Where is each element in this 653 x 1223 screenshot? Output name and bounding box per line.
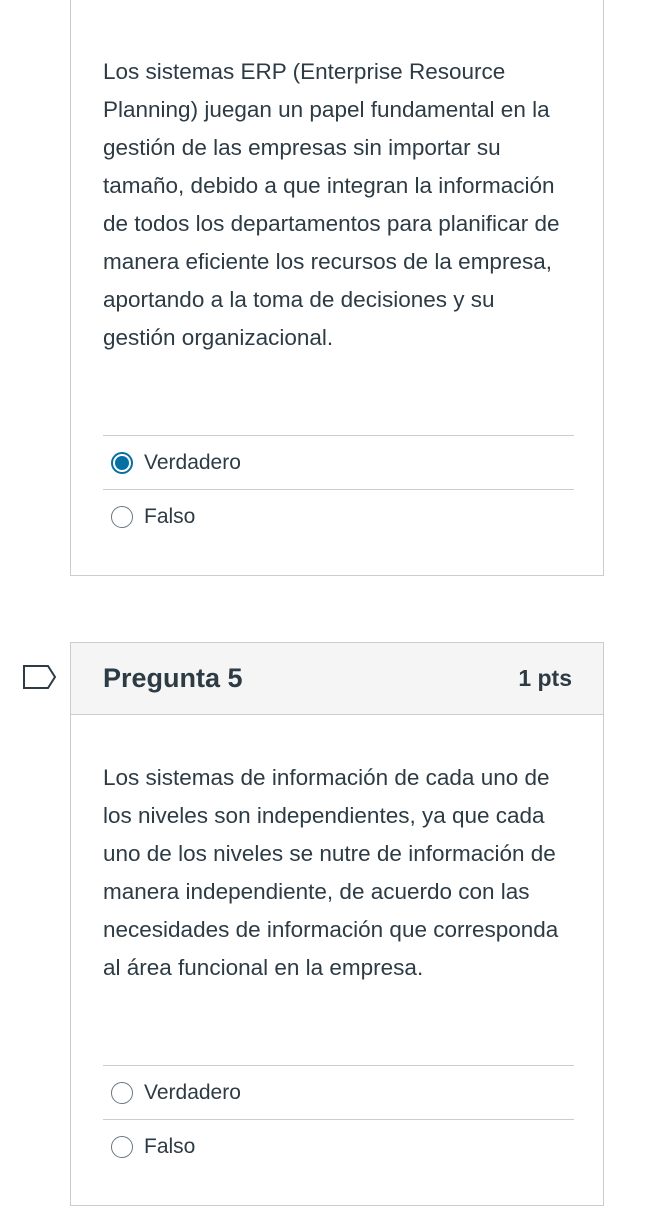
question-title: Pregunta 5 (103, 663, 243, 693)
answer-option-falso[interactable]: Falso (103, 1119, 574, 1173)
question-card-previous: Los sistemas ERP (Enterprise Resource Pl… (70, 0, 604, 576)
answer-label: Falso (144, 504, 196, 528)
answer-list: Verdadero Falso (103, 435, 574, 543)
radio-button-checked[interactable] (111, 451, 133, 474)
quiz-page: Los sistemas ERP (Enterprise Resource Pl… (0, 0, 653, 1223)
answer-option-falso[interactable]: Falso (103, 489, 574, 543)
answer-label: Falso (144, 1134, 196, 1158)
question-card-5: Pregunta 5 1 pts Los sistemas de informa… (70, 642, 604, 1206)
radio-button[interactable] (111, 505, 133, 528)
answer-option-verdadero[interactable]: Verdadero (103, 1065, 574, 1119)
question-points: 1 pts (518, 665, 572, 691)
question-text: Los sistemas de información de cada uno … (103, 765, 559, 980)
answer-option-verdadero[interactable]: Verdadero (103, 435, 574, 489)
radio-button[interactable] (111, 1135, 133, 1158)
radio-button[interactable] (111, 1081, 133, 1104)
answer-list: Verdadero Falso (103, 1065, 574, 1173)
answer-label: Verdadero (144, 450, 241, 474)
answer-label: Verdadero (144, 1080, 241, 1104)
flag-question-icon[interactable] (22, 664, 58, 690)
question-text: Los sistemas ERP (Enterprise Resource Pl… (103, 59, 560, 350)
question-header: Pregunta 5 1 pts (71, 643, 603, 715)
